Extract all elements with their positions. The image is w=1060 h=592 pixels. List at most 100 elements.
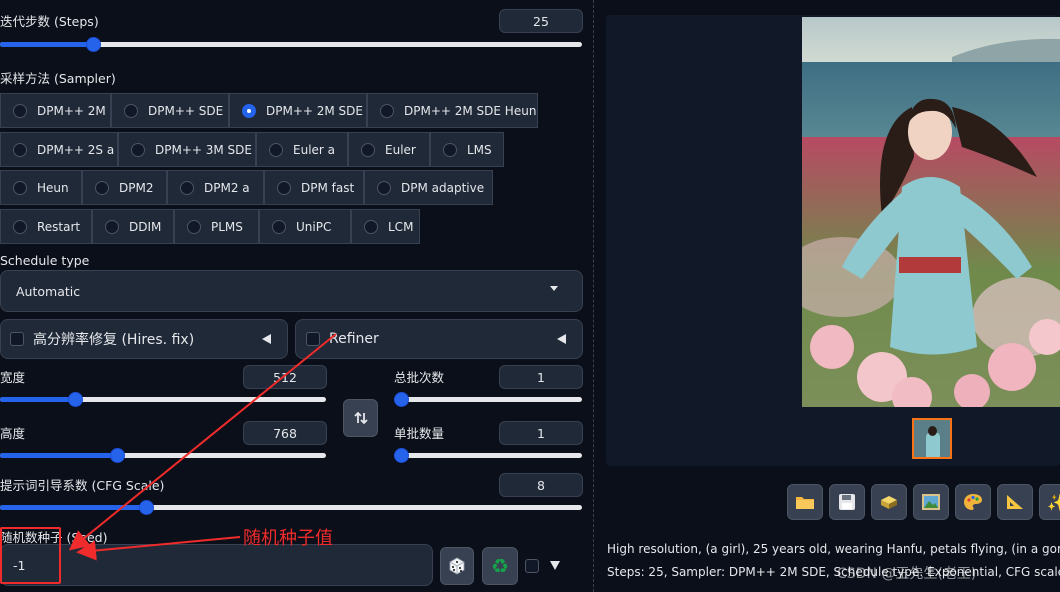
- open-folder-button[interactable]: [787, 484, 823, 520]
- sampler-option-label: DPM2: [119, 180, 154, 195]
- batch-size-slider[interactable]: [394, 448, 582, 463]
- sampler-option[interactable]: DDIM: [92, 209, 174, 244]
- sampler-option-label: DPM++ SDE: [148, 103, 224, 118]
- sampler-option[interactable]: DPM++ SDE: [111, 93, 229, 128]
- sampler-option-label: Euler: [385, 142, 416, 157]
- radio-circle-icon: [361, 142, 375, 157]
- sampler-option-label: Euler a: [293, 142, 336, 157]
- reuse-seed-button[interactable]: ♻: [482, 547, 518, 585]
- panel-divider: [593, 0, 594, 592]
- sampler-option-label: DPM++ 2S a: [37, 142, 115, 157]
- refiner-label: Refiner: [329, 331, 379, 347]
- palette-icon: [964, 494, 982, 510]
- interrogate-button[interactable]: ✨: [1039, 484, 1060, 520]
- radio-circle-icon: [377, 180, 391, 195]
- sampler-option[interactable]: DPM2 a: [167, 170, 264, 205]
- batch-count-input[interactable]: 1: [499, 365, 583, 389]
- annotation-label: 随机种子值: [243, 528, 333, 549]
- sampler-option[interactable]: DPM++ 2M: [0, 93, 111, 128]
- radio-circle-icon: [180, 180, 194, 195]
- sampler-option-label: DPM++ 2M SDE: [266, 103, 363, 118]
- chevron-down-icon: [550, 286, 558, 291]
- sampler-option-label: DPM fast: [301, 180, 355, 195]
- radio-circle-icon: [364, 219, 378, 234]
- watermark: CSDN @王先生(老王): [837, 566, 977, 582]
- width-value-input[interactable]: 512: [243, 365, 327, 389]
- sampler-option-label: PLMS: [211, 219, 243, 234]
- schedule-type-label: Schedule type: [0, 253, 90, 268]
- sampler-option[interactable]: Restart: [0, 209, 92, 244]
- cfg-scale-label: 提示词引导系数 (CFG Scale): [0, 478, 165, 493]
- radio-circle-icon: [105, 219, 119, 234]
- sampler-option[interactable]: PLMS: [174, 209, 259, 244]
- send-to-img2img-button[interactable]: [913, 484, 949, 520]
- swap-dimensions-button[interactable]: [343, 399, 378, 437]
- height-slider[interactable]: [0, 448, 326, 463]
- cfg-scale-slider[interactable]: [0, 500, 582, 515]
- collapse-arrow-icon[interactable]: [557, 334, 566, 344]
- sampler-option[interactable]: DPM fast: [264, 170, 364, 205]
- hires-fix-label: 高分辨率修复 (Hires. fix): [33, 332, 195, 348]
- sampler-option[interactable]: Heun: [0, 170, 82, 205]
- sampler-option[interactable]: DPM2: [82, 170, 167, 205]
- radio-circle-icon: [13, 219, 27, 234]
- collapse-arrow-icon[interactable]: [262, 334, 271, 344]
- sparkle-icon: ✨: [1047, 492, 1060, 512]
- batch-size-input[interactable]: 1: [499, 421, 583, 445]
- sampler-option[interactable]: Euler: [348, 132, 430, 167]
- zip-button[interactable]: [871, 484, 907, 520]
- sampler-option-label: DDIM: [129, 219, 162, 234]
- sampler-option-label: Heun: [37, 180, 69, 195]
- hires-fix-checkbox[interactable]: [10, 332, 24, 346]
- radio-circle-icon: [277, 180, 291, 195]
- image-thumbnail[interactable]: [912, 418, 952, 459]
- refiner-checkbox[interactable]: [306, 332, 320, 346]
- width-label: 宽度: [0, 370, 26, 385]
- send-to-extras-button[interactable]: [997, 484, 1033, 520]
- folder-icon: [796, 497, 814, 509]
- sampler-option[interactable]: Euler a: [256, 132, 348, 167]
- sampler-option[interactable]: DPM++ 2M SDE: [229, 93, 367, 128]
- sampler-option-label: DPM adaptive: [401, 180, 485, 195]
- radio-circle-icon: [272, 219, 286, 234]
- width-slider[interactable]: [0, 392, 326, 407]
- send-to-inpaint-button[interactable]: [955, 484, 991, 520]
- sampler-option[interactable]: LCM: [351, 209, 420, 244]
- schedule-type-dropdown[interactable]: Automatic: [0, 270, 583, 312]
- generated-image[interactable]: [802, 17, 1060, 407]
- zip-icon: [881, 496, 897, 509]
- image-icon: [922, 494, 940, 510]
- schedule-type-value: Automatic: [16, 283, 81, 299]
- height-value-input[interactable]: 768: [243, 421, 327, 445]
- ruler-icon: [1007, 495, 1023, 509]
- height-label: 高度: [0, 426, 26, 441]
- radio-circle-icon: [131, 142, 145, 157]
- steps-slider[interactable]: [0, 37, 582, 52]
- recycle-icon: ♻: [491, 554, 509, 578]
- sampler-option[interactable]: DPM++ 3M SDE: [118, 132, 256, 167]
- random-seed-button[interactable]: [440, 547, 474, 585]
- refiner-accordion[interactable]: Refiner: [295, 319, 583, 359]
- sampler-option[interactable]: UniPC: [259, 209, 351, 244]
- sampler-option-label: DPM2 a: [204, 180, 250, 195]
- cfg-scale-input[interactable]: 8: [499, 473, 583, 497]
- generation-info-prompt: High resolution, (a girl), 25 years old,…: [607, 542, 1060, 556]
- batch-count-slider[interactable]: [394, 392, 582, 407]
- seed-input[interactable]: -1: [0, 544, 433, 586]
- sampler-option[interactable]: LMS: [430, 132, 504, 167]
- radio-circle-icon: [13, 103, 27, 118]
- radio-circle-icon: [269, 142, 283, 157]
- sampler-option-label: DPM++ 2M: [37, 103, 106, 118]
- steps-value-input[interactable]: 25: [499, 9, 583, 33]
- radio-circle-icon: [187, 219, 201, 234]
- sampler-option[interactable]: DPM adaptive: [364, 170, 493, 205]
- sampler-option-label: UniPC: [296, 219, 332, 234]
- extra-seed-checkbox[interactable]: [525, 559, 539, 573]
- sampler-option[interactable]: DPM++ 2S a: [0, 132, 118, 167]
- sampler-option-label: DPM++ 3M SDE: [155, 142, 252, 157]
- extra-seed-dropdown-arrow-icon[interactable]: [550, 561, 560, 570]
- sampler-option-label: LMS: [467, 142, 492, 157]
- save-button[interactable]: [829, 484, 865, 520]
- sampler-option[interactable]: DPM++ 2M SDE Heun: [367, 93, 538, 128]
- hires-fix-accordion[interactable]: 高分辨率修复 (Hires. fix): [0, 319, 288, 359]
